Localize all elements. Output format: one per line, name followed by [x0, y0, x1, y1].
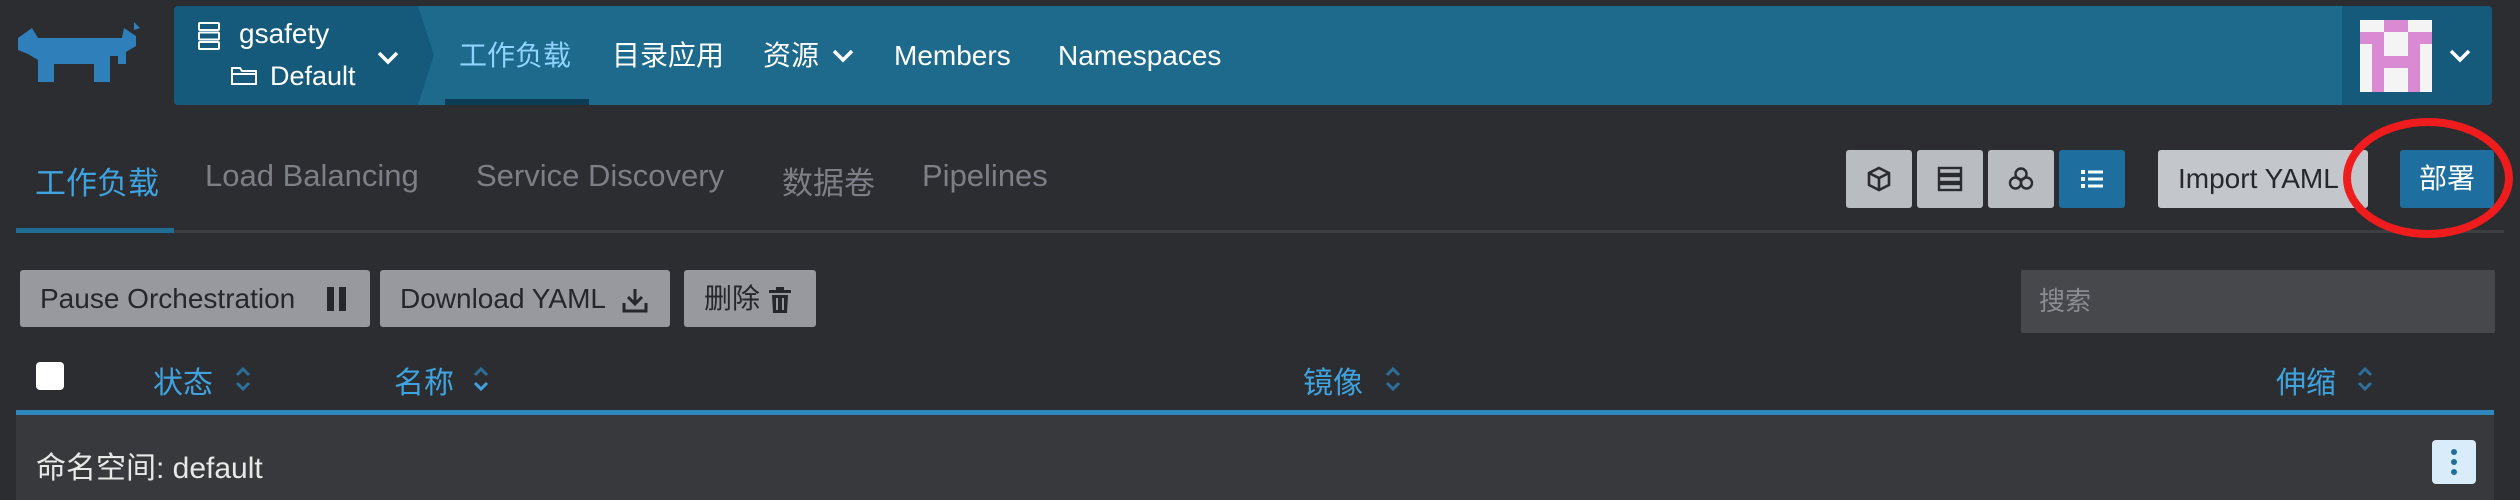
column-header-scale[interactable]: 伸缩 — [2276, 358, 2336, 402]
tab-divider — [16, 230, 2504, 233]
list-icon — [2081, 170, 2103, 188]
trash-icon — [769, 287, 791, 313]
rancher-cow-icon — [18, 22, 140, 82]
nav-workloads[interactable]: 工作负载 — [444, 6, 590, 105]
delete-label: 删除 — [704, 283, 761, 314]
top-nav-bar: gsafety Default 工作负载 目录应用 资源 Members Nam… — [174, 6, 2492, 105]
download-yaml-button[interactable]: Download YAML — [380, 270, 670, 327]
kebab-menu-icon — [2451, 449, 2457, 475]
cluster-name: gsafety — [239, 18, 330, 49]
download-yaml-label: Download YAML — [400, 283, 606, 314]
sort-icon[interactable] — [2356, 364, 2374, 394]
cluster-project-selector[interactable]: gsafety Default — [174, 6, 418, 105]
tab-workloads[interactable]: 工作负载 — [35, 158, 159, 203]
column-header-state[interactable]: 状态 — [153, 358, 213, 402]
app-logo[interactable] — [14, 20, 150, 90]
project-name: Default — [270, 61, 356, 91]
tab-service-discovery[interactable]: Service Discovery — [476, 158, 724, 194]
highlight-annotation — [2343, 118, 2513, 238]
chevron-down-icon[interactable] — [831, 48, 855, 64]
chevron-down-icon — [377, 51, 399, 65]
view-by-group-button[interactable] — [1988, 150, 2054, 208]
column-header-image[interactable]: 镜像 — [1303, 358, 1363, 402]
sort-icon[interactable] — [1384, 364, 1402, 394]
cube-icon — [1867, 166, 1891, 192]
pause-orchestration-label: Pause Orchestration — [40, 283, 296, 314]
tab-pipelines[interactable]: Pipelines — [922, 158, 1048, 194]
pause-orchestration-button[interactable]: Pause Orchestration — [20, 270, 370, 327]
server-stack-icon — [1937, 166, 1963, 192]
active-tab-indicator — [16, 228, 174, 233]
select-all-checkbox[interactable] — [36, 362, 64, 390]
group-actions-button[interactable] — [2432, 440, 2476, 484]
server-icon — [198, 22, 220, 50]
avatar — [2360, 20, 2432, 92]
view-by-node-button[interactable] — [1846, 150, 1912, 208]
user-menu[interactable] — [2342, 6, 2492, 105]
sort-icon[interactable] — [234, 364, 252, 394]
sort-icon[interactable] — [472, 364, 490, 394]
tab-volumes[interactable]: 数据卷 — [782, 158, 875, 203]
pause-icon — [327, 287, 346, 311]
download-icon — [622, 289, 648, 313]
namespace-group-label: 命名空间: default — [36, 452, 263, 485]
import-yaml-button[interactable]: Import YAML — [2158, 150, 2368, 208]
chevron-down-icon — [2449, 49, 2471, 63]
delete-button[interactable]: 删除 — [684, 270, 816, 327]
column-header-name[interactable]: 名称 — [394, 358, 454, 402]
nav-resources[interactable]: 资源 — [763, 6, 819, 105]
search-input[interactable] — [2021, 270, 2495, 333]
view-by-server-button[interactable] — [1917, 150, 1983, 208]
namespace-group-row: 命名空间: default — [16, 415, 2494, 500]
tab-load-balancing[interactable]: Load Balancing — [205, 158, 419, 194]
folder-icon — [231, 67, 257, 85]
selector-arrow — [418, 6, 434, 105]
cluster-nodes-icon — [2008, 167, 2034, 190]
nav-members[interactable]: Members — [894, 6, 1011, 105]
nav-namespaces[interactable]: Namespaces — [1058, 6, 1221, 105]
view-list-button[interactable] — [2059, 150, 2125, 208]
nav-catalog-apps[interactable]: 目录应用 — [612, 6, 724, 105]
